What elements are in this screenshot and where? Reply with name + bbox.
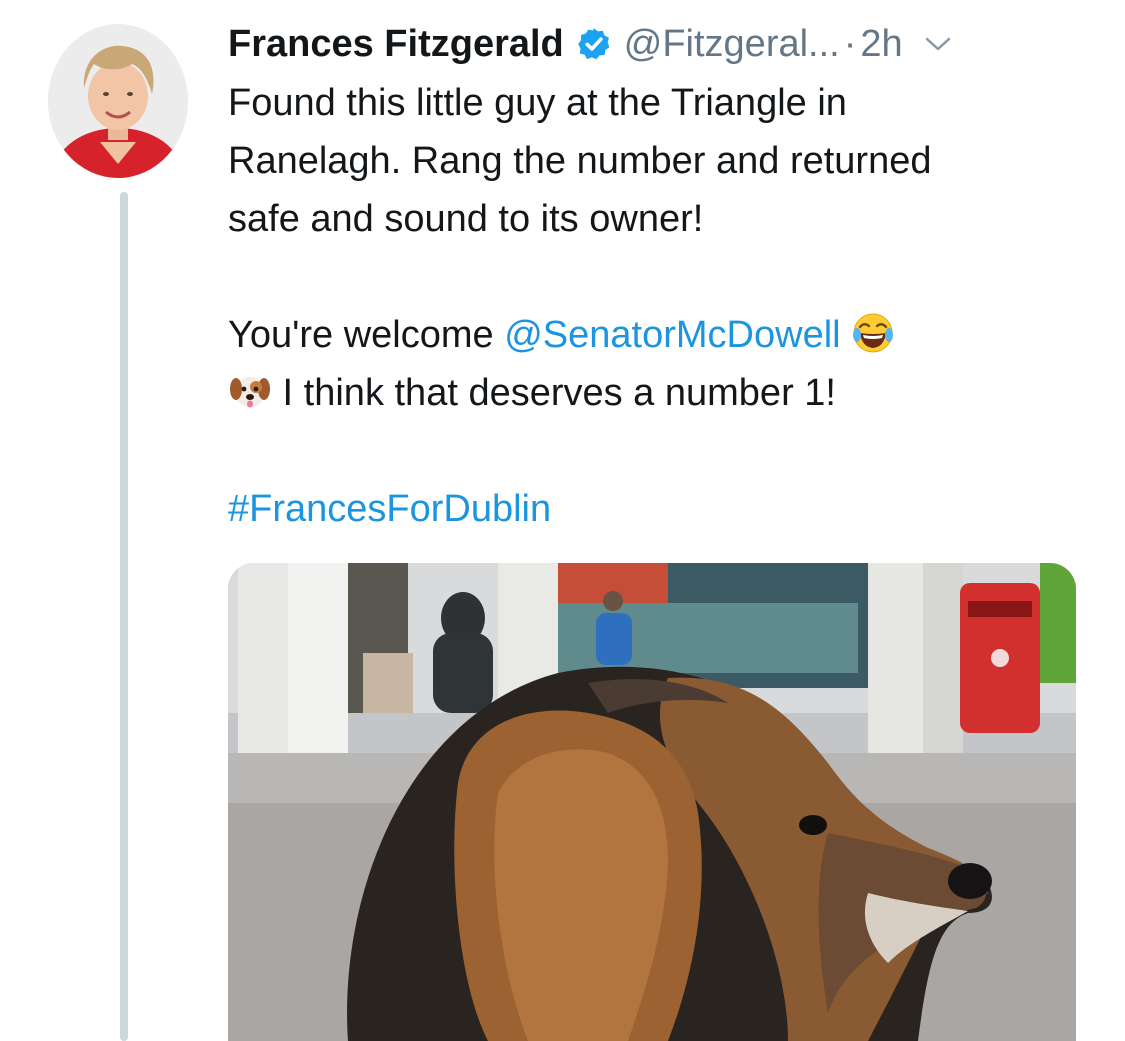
deserves-text: I think that deserves a number 1! [272,372,836,414]
thread-connector-line [120,192,128,1041]
tweet-text-line: Found this little guy at the Triangle in [228,82,847,124]
hashtag-link[interactable]: #FrancesForDublin [228,488,551,530]
tweet-header: Frances Fitzgerald @Fitzgeral... · 2h [228,14,1098,74]
tweet-text-line: safe and sound to its owner! [228,198,704,240]
author-handle[interactable]: @Fitzgeral... [624,23,840,66]
tweet-text-line: Ranelagh. Rang the number and returned [228,140,932,182]
author-name[interactable]: Frances Fitzgerald [228,23,564,66]
verified-badge-icon [578,28,610,60]
header-separator: · [843,22,857,65]
author-avatar[interactable] [48,24,188,178]
welcome-text: You're welcome [228,314,505,356]
tweet-text-line: #FrancesForDublin [228,480,1098,538]
tweet[interactable]: Frances Fitzgerald @Fitzgeral... · 2h Fo… [228,14,1098,538]
tweet-text-line: I think that deserves a number 1! [228,364,1098,422]
tweet-text-line: You're welcome @SenatorMcDowell [228,306,1098,364]
dog-face-emoji [230,377,270,408]
tweet-timestamp[interactable]: 2h [860,23,902,66]
mention-link[interactable]: @SenatorMcDowell [504,314,840,356]
face-with-tears-of-joy-emoji [853,313,894,353]
tweet-photo[interactable] [228,563,1076,1041]
avatar-photo [48,24,188,178]
chevron-down-icon[interactable] [925,36,951,52]
dog-photo [228,563,1076,1041]
tweet-text: Found this little guy at the Triangle in… [228,74,1098,538]
